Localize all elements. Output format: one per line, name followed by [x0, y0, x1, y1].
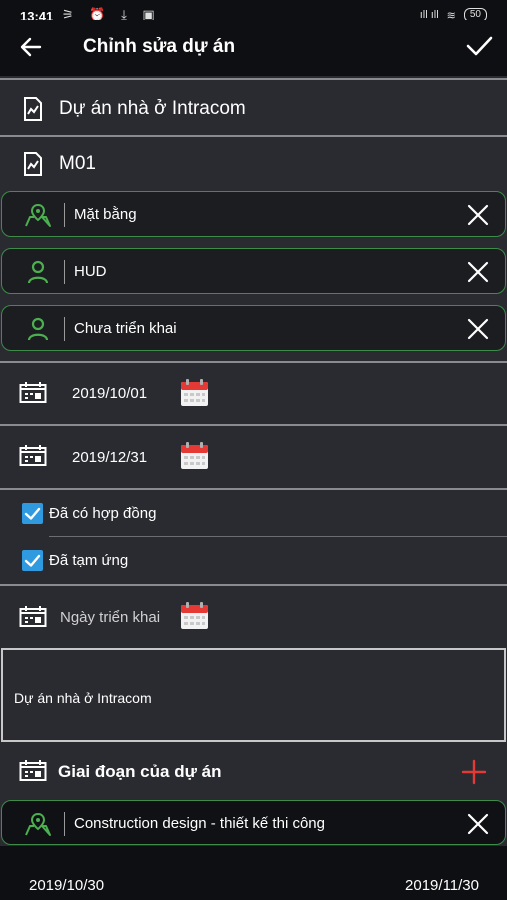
phase-item[interactable]: Construction design - thiết kế thi công [1, 800, 506, 845]
chart-icon [24, 152, 42, 176]
add-phase-icon[interactable] [461, 759, 487, 785]
divider [0, 488, 507, 490]
contract-checkbox-label: Đã có hợp đồng [49, 505, 157, 522]
divider [0, 424, 507, 426]
advance-checkbox-label: Đã tạm ứng [49, 552, 129, 569]
phases-section-title: Giai đoạn của dự án [58, 762, 222, 781]
divider [0, 78, 507, 80]
close-icon[interactable] [467, 261, 489, 283]
category-pill[interactable]: Mặt bằng [1, 191, 506, 237]
close-icon[interactable] [467, 813, 489, 835]
checkmark-icon [24, 554, 41, 567]
description-textarea[interactable]: Dự án nhà ở Intracom [1, 648, 506, 742]
project-name-field[interactable]: Dự án nhà ở Intracom [59, 98, 246, 120]
calendar-icon [19, 382, 47, 403]
person-icon [27, 260, 49, 284]
calendar-icon [19, 606, 47, 627]
person-icon [27, 317, 49, 341]
status-pill[interactable]: Chưa triển khai [1, 305, 506, 351]
back-arrow-icon[interactable] [20, 36, 42, 58]
owner-pill[interactable]: HUD [1, 248, 506, 294]
save-check-icon[interactable] [465, 34, 493, 58]
project-code-field[interactable]: M01 [59, 153, 96, 175]
deploy-date-placeholder[interactable]: Ngày triển khai [60, 609, 160, 626]
close-icon[interactable] [467, 318, 489, 340]
calendar-picker-icon[interactable] [180, 442, 209, 470]
phase-item-label: Construction design - thiết kế thi công [74, 815, 325, 832]
divider [0, 135, 507, 137]
calendar-picker-icon[interactable] [180, 602, 209, 630]
divider [0, 361, 507, 363]
app-bar [0, 20, 507, 76]
page-title: Chỉnh sửa dự án [83, 36, 236, 57]
map-pin-icon [25, 203, 51, 227]
pill-separator [64, 317, 65, 341]
close-icon[interactable] [467, 204, 489, 226]
map-pin-icon [25, 812, 51, 836]
start-date-value[interactable]: 2019/10/01 [72, 385, 147, 402]
calendar-picker-icon[interactable] [180, 379, 209, 407]
divider [0, 584, 507, 586]
pill-label: Chưa triển khai [74, 320, 177, 337]
pill-separator [64, 260, 65, 284]
checkmark-icon [24, 507, 41, 520]
description-text: Dự án nhà ở Intracom [14, 690, 152, 706]
phase-start-date: 2019/10/30 [29, 877, 105, 894]
chart-icon [24, 97, 42, 121]
calendar-icon [19, 760, 47, 781]
divider [49, 536, 507, 537]
pill-label: HUD [74, 263, 107, 280]
contract-checkbox[interactable] [22, 503, 43, 524]
phase-end-date: 2019/11/30 [405, 877, 479, 894]
pill-label: Mặt bằng [74, 206, 137, 223]
calendar-icon [19, 445, 47, 466]
pill-separator [64, 203, 65, 227]
pill-separator [64, 812, 65, 836]
advance-checkbox[interactable] [22, 550, 43, 571]
end-date-value[interactable]: 2019/12/31 [72, 449, 147, 466]
